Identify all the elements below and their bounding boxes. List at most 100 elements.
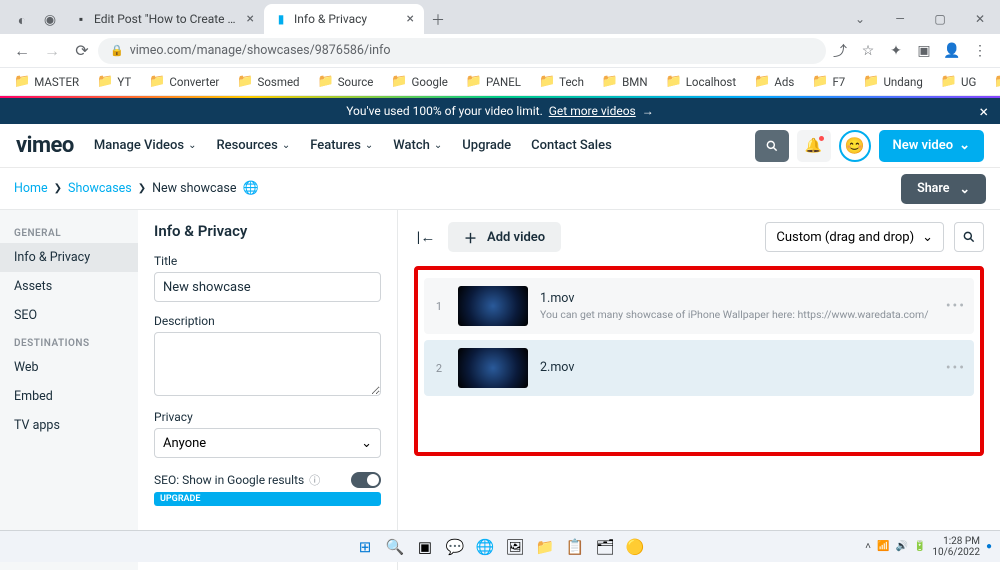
video-item[interactable]: 2 2.mov ••• bbox=[424, 340, 974, 396]
bookmark-item[interactable]: 📁UG bbox=[935, 71, 982, 93]
sort-select[interactable]: Custom (drag and drop)⌄ bbox=[765, 222, 944, 252]
sidebar-item-seo[interactable]: SEO bbox=[0, 301, 138, 330]
bookmark-item[interactable]: 📁Ads bbox=[748, 71, 800, 93]
add-video-button[interactable]: ＋Add video bbox=[448, 222, 561, 252]
banner-close-icon[interactable]: × bbox=[979, 102, 988, 121]
tab-extension-icon-1[interactable]: ◐ bbox=[8, 6, 36, 34]
tab-close-icon[interactable]: × bbox=[247, 11, 254, 27]
minimize-icon[interactable]: — bbox=[880, 4, 920, 34]
chrome-icon[interactable]: 🟡 bbox=[623, 535, 647, 559]
clock[interactable]: 1:28 PM 10/6/2022 bbox=[932, 536, 980, 558]
vimeo-logo[interactable]: vimeo bbox=[16, 133, 74, 158]
nav-manage-videos[interactable]: Manage Videos⌄ bbox=[94, 138, 197, 153]
nav-contact-sales[interactable]: Contact Sales bbox=[531, 138, 612, 153]
sidebar-item-embed[interactable]: Embed bbox=[0, 382, 138, 411]
share-button[interactable]: Share⌄ bbox=[901, 174, 986, 204]
nav-features[interactable]: Features⌄ bbox=[310, 138, 373, 153]
nav-resources[interactable]: Resources⌄ bbox=[216, 138, 290, 153]
nav-upgrade[interactable]: Upgrade bbox=[462, 138, 511, 153]
collapse-panel-icon[interactable]: |← bbox=[414, 225, 438, 249]
search-button[interactable] bbox=[755, 130, 789, 162]
window-controls: ⌄ — ▢ ✕ bbox=[840, 4, 1000, 34]
video-list-highlighted: 1 1.mov You can get many showcase of iPh… bbox=[414, 266, 984, 456]
breadcrumb-showcases[interactable]: Showcases bbox=[68, 181, 132, 196]
battery-icon[interactable]: 🔋 bbox=[914, 541, 926, 552]
chat-icon[interactable]: 💬 bbox=[443, 535, 467, 559]
search-videos-button[interactable] bbox=[954, 222, 984, 252]
maximize-icon[interactable]: ▢ bbox=[920, 4, 960, 34]
notifications-button[interactable]: 🔔 bbox=[797, 130, 831, 162]
bookmark-item[interactable]: 📁F7 bbox=[806, 71, 851, 93]
sidebar-item-info-privacy[interactable]: Info & Privacy bbox=[0, 243, 138, 272]
bookmark-item[interactable]: 📁BMN bbox=[596, 71, 654, 93]
menu-icon[interactable]: ⋮ bbox=[968, 39, 992, 63]
description-label: Description bbox=[154, 314, 381, 328]
bookmark-item[interactable]: 📁Converter bbox=[143, 71, 225, 93]
url-input[interactable]: 🔒 vimeo.com/manage/showcases/9876586/inf… bbox=[98, 38, 826, 64]
sidebar-item-tv-apps[interactable]: TV apps bbox=[0, 411, 138, 440]
panel-icon[interactable]: ▣ bbox=[912, 39, 936, 63]
snip-icon[interactable]: 🖼 bbox=[503, 535, 527, 559]
privacy-select[interactable]: Anyone⌄ bbox=[154, 428, 381, 458]
chevron-down-icon: ⌄ bbox=[434, 140, 442, 151]
browser-tab-active[interactable]: ▮ Info & Privacy × bbox=[264, 4, 424, 34]
bookmark-item[interactable]: 📁Tech bbox=[533, 71, 590, 93]
wifi-icon[interactable]: 📶 bbox=[877, 541, 889, 552]
chevron-down-icon[interactable]: ⌄ bbox=[840, 4, 880, 34]
favicon-v: ▪ bbox=[74, 12, 88, 26]
url-text: vimeo.com/manage/showcases/9876586/info bbox=[130, 43, 391, 58]
share-icon[interactable]: ⤴ bbox=[828, 39, 852, 63]
browser-tab-inactive[interactable]: ▪ Edit Post "How to Create a Playli × bbox=[64, 4, 264, 34]
info-icon[interactable]: ⓘ bbox=[309, 474, 320, 487]
bookmark-item[interactable]: 📁PANEL bbox=[460, 71, 527, 93]
top-nav: vimeo Manage Videos⌄ Resources⌄ Features… bbox=[0, 124, 1000, 168]
nav-watch[interactable]: Watch⌄ bbox=[393, 138, 442, 153]
folder-icon: 📁 bbox=[994, 74, 1000, 89]
new-tab-button[interactable]: ＋ bbox=[424, 6, 452, 34]
notepad-icon[interactable]: 📋 bbox=[563, 535, 587, 559]
close-icon[interactable]: ✕ bbox=[960, 4, 1000, 34]
bookmarks-bar: 📁MASTER 📁YT 📁Converter 📁Sosmed 📁Source 📁… bbox=[0, 68, 1000, 96]
reload-icon[interactable]: ⟳ bbox=[68, 37, 96, 65]
address-bar: ← → ⟳ 🔒 vimeo.com/manage/showcases/98765… bbox=[0, 34, 1000, 68]
volume-icon[interactable]: 🔊 bbox=[895, 541, 907, 552]
task-view-icon[interactable]: ▣ bbox=[413, 535, 437, 559]
calc-icon[interactable]: 🗂 bbox=[593, 535, 617, 559]
video-item[interactable]: 1 1.mov You can get many showcase of iPh… bbox=[424, 278, 974, 334]
sidebar-item-assets[interactable]: Assets bbox=[0, 272, 138, 301]
windows-taskbar: ⊞ 🔍 ▣ 💬 🌐 🖼 📁 📋 🗂 🟡 ˄ 📶 🔊 🔋 1:28 PM 10/6… bbox=[0, 530, 1000, 562]
more-icon[interactable]: ••• bbox=[946, 360, 966, 376]
extensions-icon[interactable]: ✦ bbox=[884, 39, 908, 63]
seo-toggle[interactable] bbox=[351, 472, 381, 488]
bookmark-item[interactable]: 📁Localhost bbox=[660, 71, 743, 93]
more-icon[interactable]: ••• bbox=[946, 298, 966, 314]
explorer-icon[interactable]: 📁 bbox=[533, 535, 557, 559]
chevron-down-icon: ⌄ bbox=[282, 140, 290, 151]
bookmark-item[interactable]: 📁Google bbox=[385, 71, 454, 93]
star-icon[interactable]: ☆ bbox=[856, 39, 880, 63]
title-input[interactable] bbox=[154, 272, 381, 302]
new-video-button[interactable]: New video⌄ bbox=[879, 130, 985, 162]
sidebar: GENERAL Info & Privacy Assets SEO DESTIN… bbox=[0, 210, 138, 570]
breadcrumb-home[interactable]: Home bbox=[14, 181, 48, 196]
bookmark-item[interactable]: 📁Sosmed bbox=[231, 71, 305, 93]
bookmark-item[interactable]: 📁Source bbox=[312, 71, 380, 93]
edge-icon[interactable]: 🌐 bbox=[473, 535, 497, 559]
tray-chevron-icon[interactable]: ˄ bbox=[865, 541, 871, 552]
bookmark-item[interactable]: 📁Undang bbox=[857, 71, 929, 93]
profile-icon[interactable]: 👤 bbox=[940, 39, 964, 63]
notification-center-icon[interactable]: ● bbox=[986, 541, 992, 552]
start-icon[interactable]: ⊞ bbox=[353, 535, 377, 559]
bookmark-item[interactable]: 📁YT bbox=[91, 71, 137, 93]
upgrade-badge[interactable]: UPGRADE bbox=[154, 492, 381, 506]
banner-link[interactable]: Get more videos bbox=[549, 104, 636, 118]
bookmark-item[interactable]: 📁NW Src bbox=[988, 71, 1000, 93]
tab-close-icon[interactable]: × bbox=[407, 11, 414, 27]
avatar-button[interactable]: 😊 bbox=[839, 130, 871, 162]
description-input[interactable] bbox=[154, 332, 381, 396]
bookmark-item[interactable]: 📁MASTER bbox=[8, 71, 85, 93]
search-icon[interactable]: 🔍 bbox=[383, 535, 407, 559]
tab-extension-icon-2[interactable]: ◉ bbox=[36, 6, 64, 34]
sidebar-item-web[interactable]: Web bbox=[0, 353, 138, 382]
back-icon[interactable]: ← bbox=[8, 37, 36, 65]
